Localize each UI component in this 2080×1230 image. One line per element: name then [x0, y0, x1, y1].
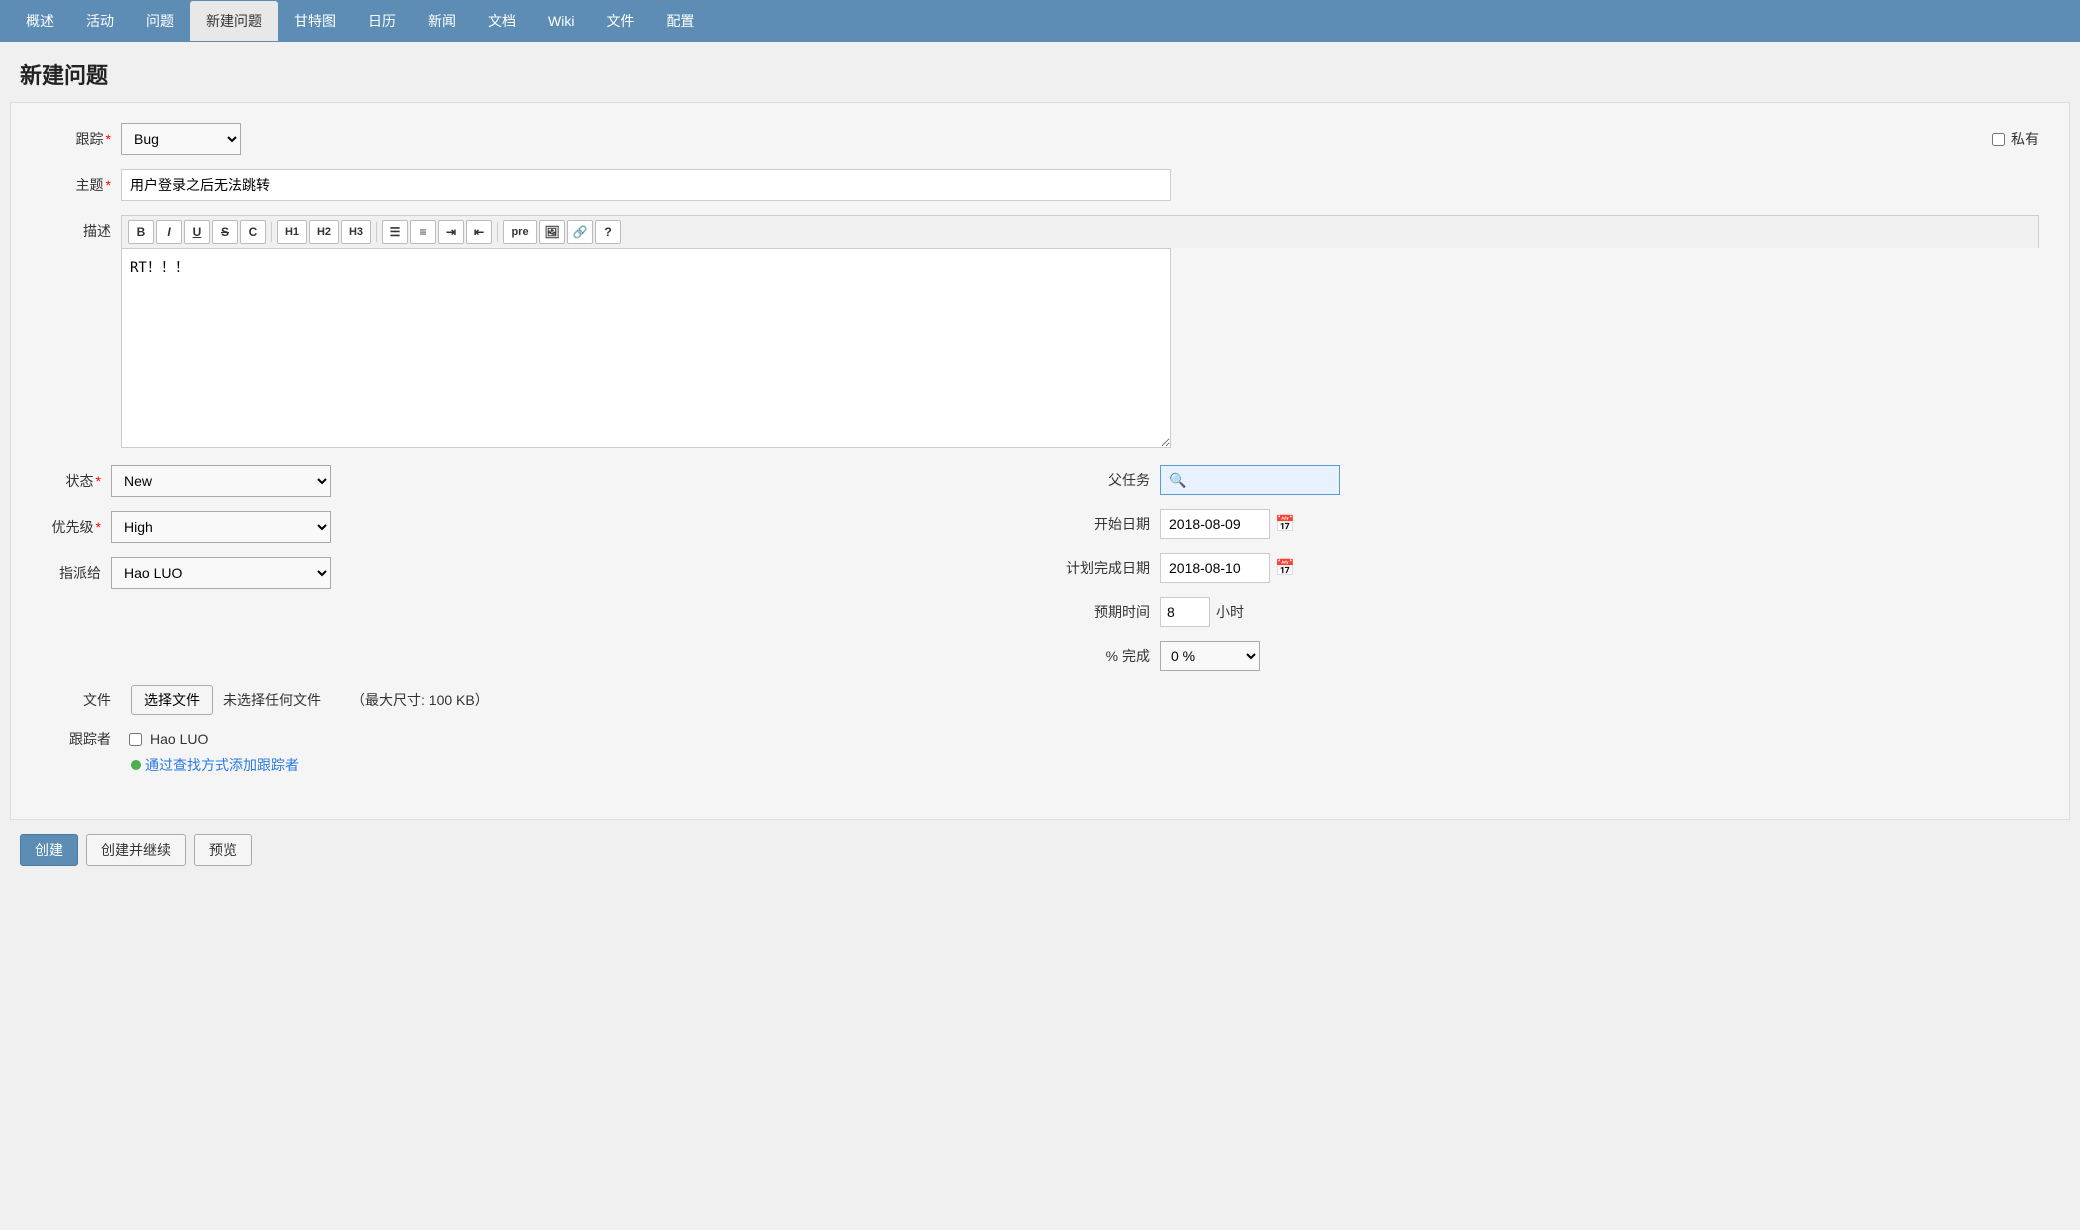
status-row: 状态* New In Progress Resolved Closed — [41, 465, 1020, 497]
description-textarea[interactable]: RT！！！ — [121, 248, 1171, 448]
private-label: 私有 — [2011, 129, 2039, 149]
private-checkbox[interactable] — [1992, 133, 2005, 146]
underline-button[interactable]: U — [184, 220, 210, 244]
nav-item-docs[interactable]: 文档 — [472, 1, 532, 41]
priority-row: 优先级* Low Normal High Urgent Immediate — [41, 511, 1020, 543]
bold-button[interactable]: B — [128, 220, 154, 244]
watcher-name: Hao LUO — [150, 731, 208, 747]
h2-button[interactable]: H2 — [309, 220, 339, 244]
choose-file-button[interactable]: 选择文件 — [131, 685, 213, 715]
h3-button[interactable]: H3 — [341, 220, 371, 244]
assignee-row: 指派给 Hao LUO — [41, 557, 1020, 589]
toolbar-separator-2 — [376, 222, 377, 242]
help-button[interactable]: ? — [595, 220, 621, 244]
description-toolbar: B I U S C H1 H2 H3 ☰ ≡ ⇥ ⇤ pre 🖼 — [121, 215, 2039, 248]
indent-button[interactable]: ⇥ — [438, 220, 464, 244]
priority-select[interactable]: Low Normal High Urgent Immediate — [111, 511, 331, 543]
green-dot-icon — [131, 760, 141, 770]
h1-button[interactable]: H1 — [277, 220, 307, 244]
nav-item-new-issue[interactable]: 新建问题 — [190, 1, 278, 41]
nav-item-activity[interactable]: 活动 — [70, 1, 130, 41]
nav-item-news[interactable]: 新闻 — [412, 1, 472, 41]
nav-item-settings[interactable]: 配置 — [650, 1, 710, 41]
toolbar-separator-3 — [497, 222, 498, 242]
nav-item-calendar[interactable]: 日历 — [352, 1, 412, 41]
nav-bar: 概述 活动 问题 新建问题 甘特图 日历 新闻 文档 Wiki 文件 配置 — [0, 0, 2080, 42]
strikethrough-button[interactable]: S — [212, 220, 238, 244]
unordered-list-button[interactable]: ☰ — [382, 220, 408, 244]
code-button[interactable]: C — [240, 220, 266, 244]
watcher-label: 跟踪者 — [51, 729, 121, 749]
create-button[interactable]: 创建 — [20, 834, 78, 866]
start-date-label: 开始日期 — [1060, 514, 1160, 534]
due-date-calendar-icon[interactable]: 📅 — [1274, 557, 1296, 579]
assignee-select[interactable]: Hao LUO — [111, 557, 331, 589]
subject-label: 主题* — [41, 169, 121, 195]
preview-button[interactable]: 预览 — [194, 834, 252, 866]
start-date-input[interactable] — [1160, 509, 1270, 539]
tracker-select[interactable]: Bug — [121, 123, 241, 155]
start-date-row: 开始日期 📅 — [1060, 509, 2039, 539]
max-size-text: （最大尺寸: 100 KB） — [351, 690, 489, 710]
due-date-row: 计划完成日期 📅 — [1060, 553, 2039, 583]
hours-label: 小时 — [1216, 602, 1244, 622]
tracker-row: 跟踪* Bug 私有 — [41, 123, 2039, 155]
bottom-buttons: 创建 创建并继续 预览 — [0, 820, 2080, 880]
nav-item-overview[interactable]: 概述 — [10, 1, 70, 41]
add-watcher-link[interactable]: 通过查找方式添加跟踪者 — [131, 755, 2039, 775]
file-section: 文件 选择文件 未选择任何文件 （最大尺寸: 100 KB） — [41, 685, 2039, 715]
file-label: 文件 — [41, 690, 121, 710]
subject-row: 主题* — [41, 169, 2039, 201]
toolbar-separator-1 — [271, 222, 272, 242]
nav-item-wiki[interactable]: Wiki — [532, 3, 590, 39]
status-select[interactable]: New In Progress Resolved Closed — [111, 465, 331, 497]
due-date-label: 计划完成日期 — [1060, 558, 1160, 578]
link-button[interactable]: 🔗 — [567, 220, 593, 244]
ordered-list-button[interactable]: ≡ — [410, 220, 436, 244]
estimated-label: 预期时间 — [1060, 602, 1160, 622]
parent-task-row: 父任务 🔍 — [1060, 465, 2039, 495]
start-date-calendar-icon[interactable]: 📅 — [1274, 513, 1296, 535]
parent-task-label: 父任务 — [1060, 470, 1160, 490]
nav-item-issues[interactable]: 问题 — [130, 1, 190, 41]
percent-row: % 完成 0 % 10 % 20 % 30 % 40 % 50 % 60 % 7… — [1060, 641, 2039, 671]
image-button[interactable]: 🖼 — [539, 220, 565, 244]
italic-button[interactable]: I — [156, 220, 182, 244]
nav-item-gantt[interactable]: 甘特图 — [278, 1, 352, 41]
outdent-button[interactable]: ⇤ — [466, 220, 492, 244]
description-row: 描述 B I U S C H1 H2 H3 ☰ ≡ ⇥ — [41, 215, 2039, 451]
status-label: 状态* — [41, 471, 111, 491]
form-container: 跟踪* Bug 私有 主题* 描述 B I — [10, 102, 2070, 820]
no-file-text: 未选择任何文件 — [223, 690, 321, 710]
percent-select[interactable]: 0 % 10 % 20 % 30 % 40 % 50 % 60 % 70 % 8… — [1160, 641, 1260, 671]
description-label: 描述 — [41, 215, 121, 241]
pre-button[interactable]: pre — [503, 220, 537, 244]
percent-label: % 完成 — [1060, 646, 1160, 666]
parent-task-input[interactable]: 🔍 — [1160, 465, 1340, 495]
assignee-label: 指派给 — [41, 563, 111, 583]
tracker-label: 跟踪* — [41, 123, 121, 149]
watcher-checkbox[interactable] — [129, 733, 142, 746]
subject-input[interactable] — [121, 169, 1171, 201]
search-icon: 🔍 — [1169, 472, 1186, 489]
watcher-section: 跟踪者 Hao LUO 通过查找方式添加跟踪者 — [41, 729, 2039, 775]
due-date-input[interactable] — [1160, 553, 1270, 583]
fields-grid: 状态* New In Progress Resolved Closed 优先级*… — [41, 465, 2039, 685]
estimated-row: 预期时间 小时 — [1060, 597, 2039, 627]
priority-label: 优先级* — [41, 517, 111, 537]
create-continue-button[interactable]: 创建并继续 — [86, 834, 186, 866]
page-title: 新建问题 — [0, 42, 2080, 102]
nav-item-files[interactable]: 文件 — [590, 1, 650, 41]
estimated-input[interactable] — [1160, 597, 1210, 627]
